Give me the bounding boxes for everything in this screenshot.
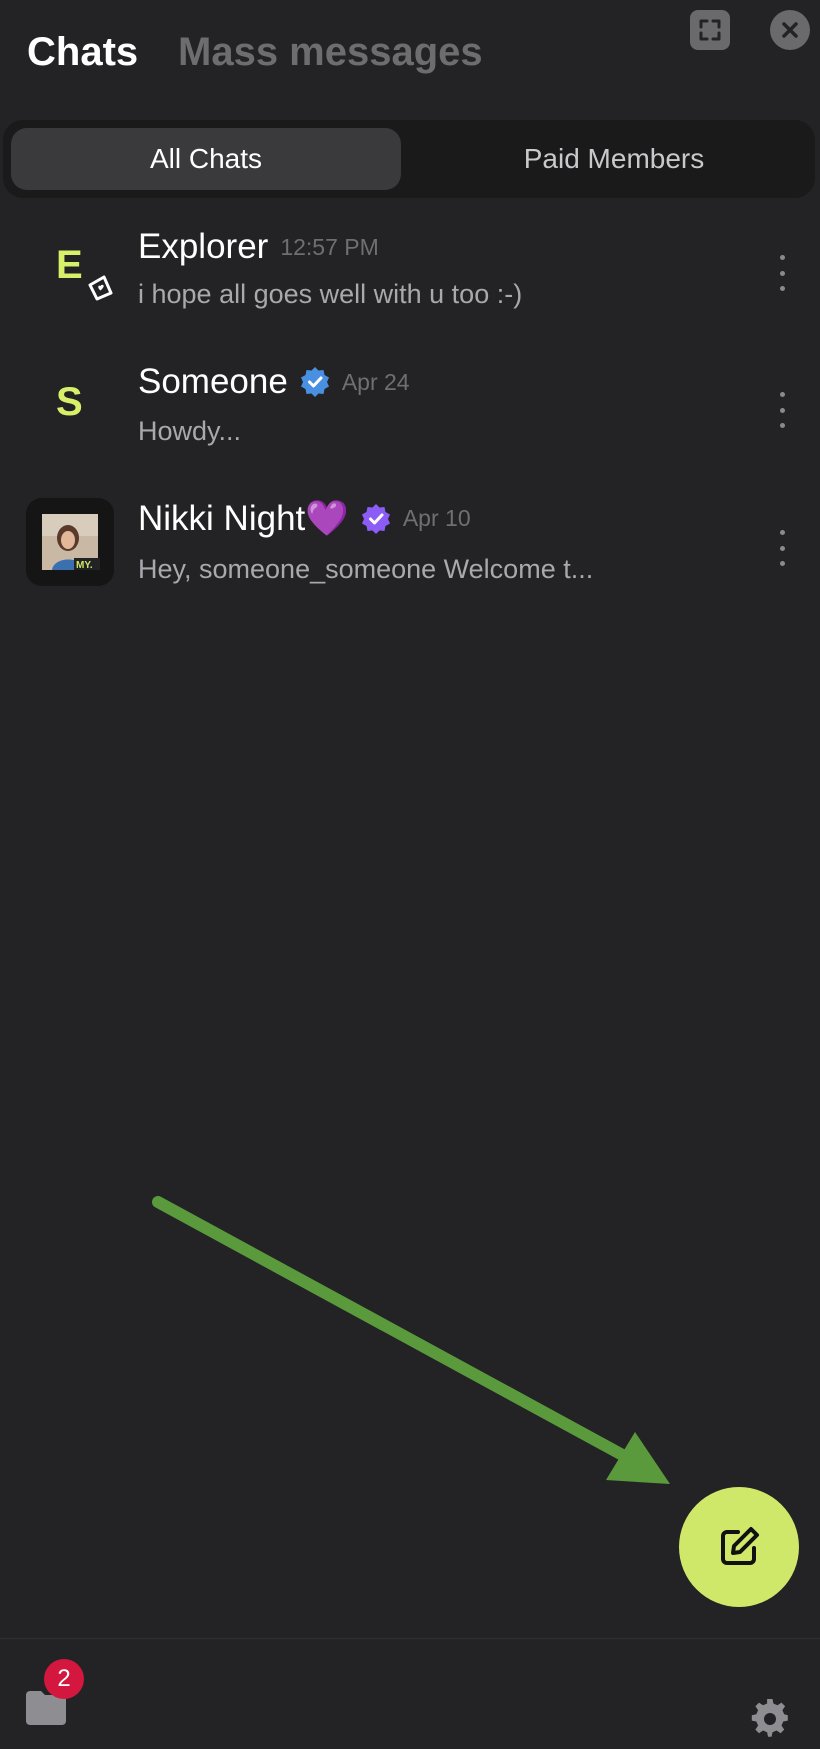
more-options-button[interactable] [774, 530, 790, 566]
chat-preview: Hey, someone_someone Welcome t... [138, 554, 594, 584]
chat-time: 12:57 PM [280, 233, 379, 260]
avatar: S [56, 380, 83, 424]
chat-time: Apr 10 [402, 505, 471, 531]
expand-button[interactable] [690, 10, 730, 50]
chat-name: Nikki Night💜 Apr 10 [138, 498, 471, 539]
chat-time: Apr 24 [341, 368, 410, 395]
chat-filter-tabs: All Chats Paid Members [3, 120, 815, 198]
more-options-button[interactable] [774, 392, 790, 428]
avatar-photo-icon: MY. [26, 498, 114, 586]
close-icon [782, 22, 798, 38]
avatar: E [56, 243, 83, 287]
verified-badge-icon [361, 503, 390, 534]
close-button[interactable] [770, 10, 810, 50]
chat-name: Explorer 12:57 PM [138, 227, 379, 267]
svg-text:MY.: MY. [76, 560, 93, 571]
explorer-badge-icon [88, 275, 113, 301]
chat-list-item[interactable]: S Someone Apr 24 Howdy... [0, 352, 820, 482]
tab-title-chats[interactable]: Chats [27, 30, 138, 75]
chat-list-item[interactable]: E Explorer 12:57 PM i hope all goes well… [0, 215, 820, 345]
chat-preview: Howdy... [138, 416, 242, 446]
chat-name-text: Explorer [138, 227, 269, 266]
header: Chats Mass messages [0, 0, 820, 110]
notification-badge: 2 [44, 1659, 84, 1699]
chat-name: Someone Apr 24 [138, 362, 410, 402]
tab-title-mass-messages[interactable]: Mass messages [178, 30, 483, 75]
expand-icon [699, 19, 721, 41]
compose-icon [721, 1527, 759, 1565]
more-options-button[interactable] [774, 255, 790, 291]
compose-button[interactable] [679, 1487, 799, 1607]
tab-paid-members[interactable]: Paid Members [423, 128, 805, 190]
bottom-bar: 2 [0, 1638, 820, 1749]
avatar: MY. [26, 498, 114, 586]
chat-preview: i hope all goes well with u too :-) [138, 279, 523, 309]
chat-list-item[interactable]: MY. Nikki Night💜 Apr 10 Hey, someone_som… [0, 498, 820, 628]
verified-badge-icon [300, 367, 329, 397]
gear-icon[interactable] [750, 1699, 790, 1739]
chat-name-text: Someone [138, 362, 288, 401]
chat-name-text: Nikki Night💜 [138, 499, 349, 538]
tab-all-chats[interactable]: All Chats [11, 128, 401, 190]
